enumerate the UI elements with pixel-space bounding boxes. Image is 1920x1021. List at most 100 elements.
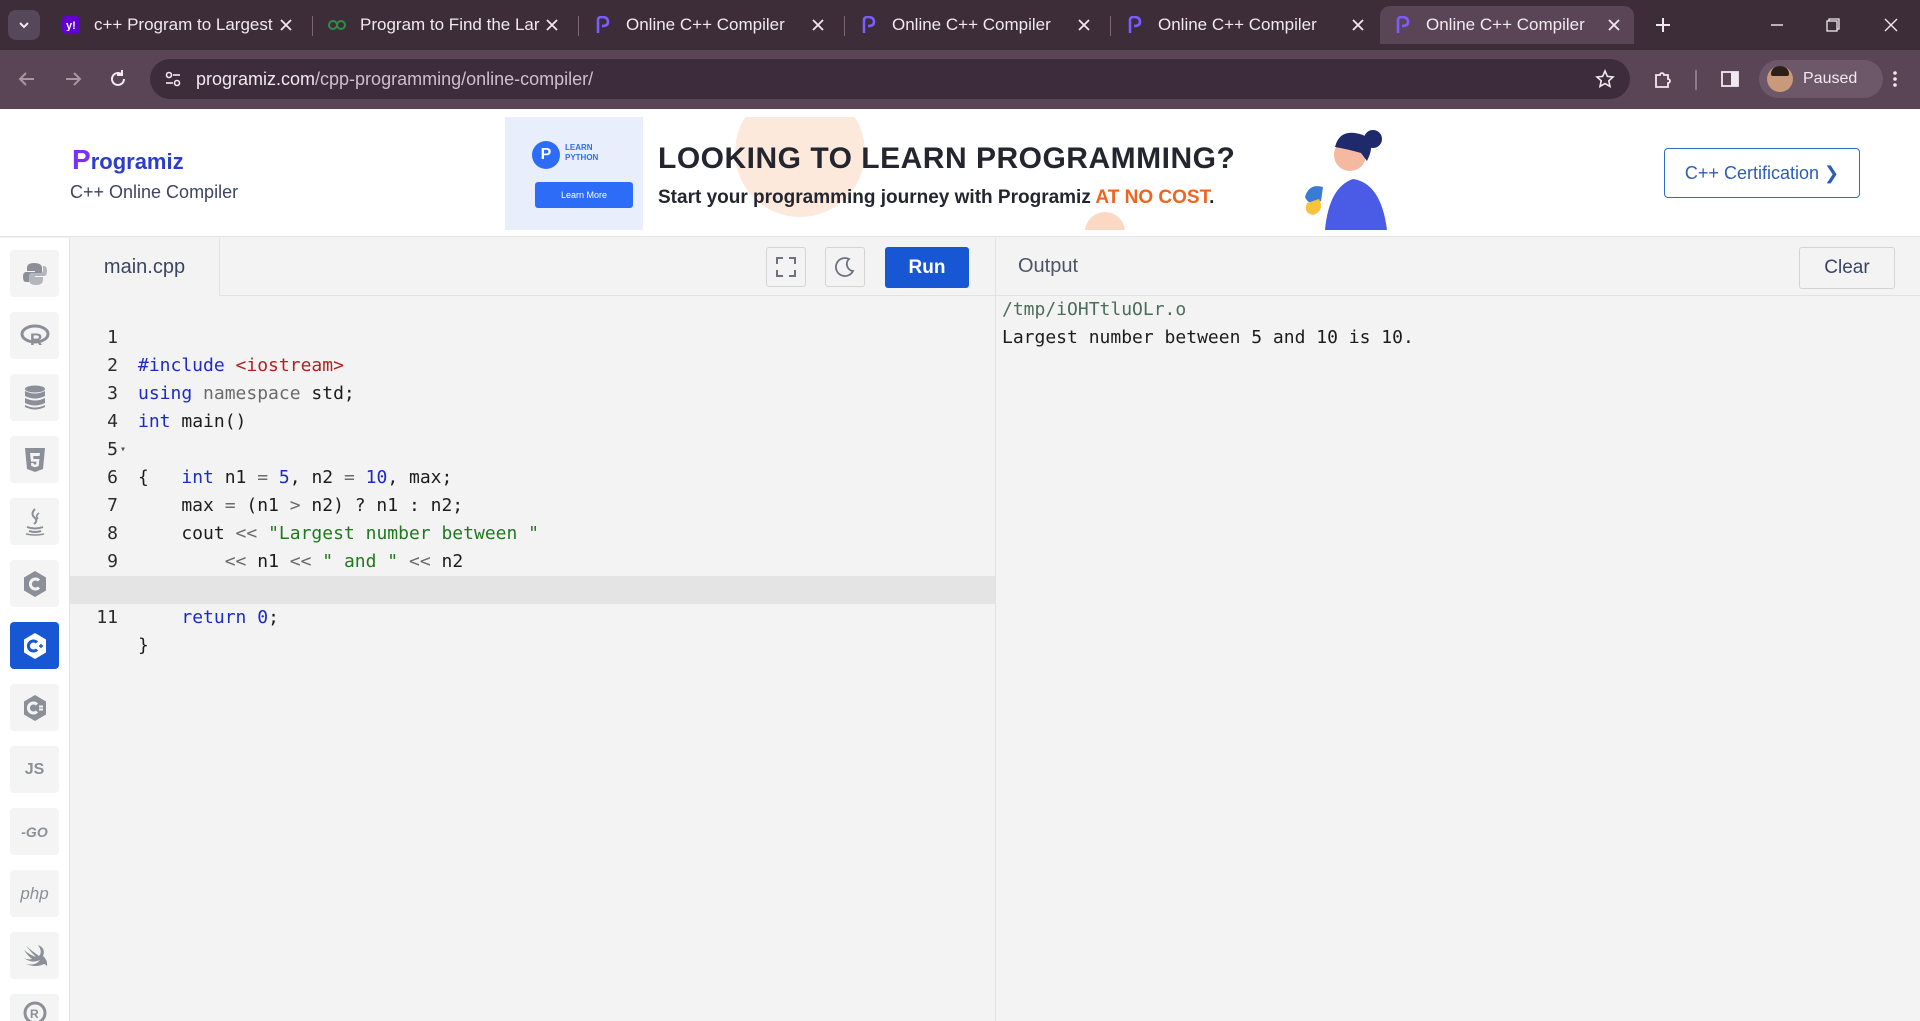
php-lang-button[interactable]: php	[10, 870, 59, 917]
url-path: /cpp-programming/online-compiler/	[315, 69, 594, 89]
sql-lang-button[interactable]	[10, 374, 59, 421]
close-tab-icon[interactable]	[1604, 15, 1624, 35]
code-editor[interactable]: 1 #include <iostream> 2 using namespace …	[70, 296, 995, 1021]
browser-tab-1[interactable]: y! c++ Program to Largest an	[48, 6, 306, 44]
code-line: 1 #include <iostream>	[70, 296, 995, 376]
close-tab-icon[interactable]	[276, 15, 296, 35]
go-label: -GO	[21, 823, 48, 840]
banner-sub-text: Start your programming journey with Prog…	[658, 187, 1096, 208]
banner-subline: Start your programming journey with Prog…	[658, 187, 1214, 209]
code-text: return 0;	[181, 607, 279, 628]
reload-button[interactable]	[103, 64, 133, 94]
minimize-button[interactable]	[1764, 12, 1790, 38]
site-settings-icon[interactable]	[162, 68, 184, 90]
dark-mode-toggle[interactable]	[825, 247, 865, 287]
code-line: 8 << n1 << " and " << n2	[70, 492, 995, 572]
editor-header: main.cpp Run	[70, 238, 995, 296]
line-number: 11	[96, 607, 118, 628]
rust-icon: R	[23, 1001, 46, 1021]
close-window-button[interactable]	[1878, 12, 1904, 38]
profile-button[interactable]: Paused	[1759, 60, 1883, 98]
address-bar[interactable]: programiz.com/cpp-programming/online-com…	[150, 59, 1630, 99]
tab-title: Online C++ Compiler	[1426, 15, 1585, 34]
avatar	[1767, 66, 1793, 92]
back-button[interactable]	[12, 64, 42, 94]
side-panel-icon	[1721, 71, 1739, 87]
fullscreen-icon	[776, 257, 796, 277]
output-console[interactable]: /tmp/iOHTtluOLr.o Largest number between…	[995, 296, 1920, 1021]
close-tab-icon[interactable]	[1348, 15, 1368, 35]
tab-separator	[312, 16, 313, 36]
c-icon	[23, 570, 46, 597]
csharp-icon	[23, 694, 46, 721]
plus-icon	[1656, 18, 1670, 32]
banner-sub-end: .	[1209, 187, 1215, 208]
go-lang-button[interactable]: -GO	[10, 808, 59, 855]
more-vertical-icon	[1893, 71, 1897, 87]
browser-tab-3[interactable]: Online C++ Compiler	[580, 6, 838, 44]
tab-title: Online C++ Compiler	[626, 15, 785, 34]
clear-output-button[interactable]: Clear	[1799, 247, 1895, 289]
python-icon	[22, 262, 47, 285]
cpp-lang-button[interactable]	[10, 622, 59, 669]
js-lang-button[interactable]: JS	[10, 746, 59, 793]
tab-search-button[interactable]	[8, 10, 40, 40]
browser-tab-5[interactable]: Online C++ Compiler	[1112, 6, 1378, 44]
csharp-lang-button[interactable]	[10, 684, 59, 731]
banner-headline: LOOKING TO LEARN PROGRAMMING?	[658, 142, 1236, 175]
url-text: programiz.com/cpp-programming/online-com…	[196, 69, 593, 90]
python-lang-button[interactable]	[10, 250, 59, 297]
banner-sub-highlight: AT NO COST	[1095, 187, 1210, 208]
r-icon: R	[20, 324, 49, 348]
tab-title: Online C++ Compiler	[1158, 15, 1317, 34]
programiz-badge-icon: P	[532, 141, 560, 169]
database-icon	[24, 385, 45, 409]
close-tab-icon[interactable]	[1074, 15, 1094, 35]
rust-lang-button[interactable]: R	[10, 994, 59, 1021]
c-lang-button[interactable]	[10, 560, 59, 607]
code-line: 10 return 0;	[70, 548, 995, 628]
r-lang-button[interactable]: R	[10, 312, 59, 359]
html-lang-button[interactable]	[10, 436, 59, 483]
close-tab-icon[interactable]	[808, 15, 828, 35]
file-tab-main-cpp[interactable]: main.cpp	[70, 238, 220, 296]
extensions-button[interactable]	[1648, 64, 1678, 94]
forward-button[interactable]	[58, 64, 88, 94]
cpp-certification-button[interactable]: C++ Certification ❯	[1664, 148, 1860, 198]
restore-icon	[1826, 18, 1840, 32]
run-button[interactable]: Run	[885, 247, 969, 288]
swift-lang-button[interactable]	[10, 932, 59, 979]
close-tab-icon[interactable]	[542, 15, 562, 35]
logo-text: rogramiz	[90, 149, 184, 174]
browser-menu-button[interactable]	[1880, 64, 1910, 94]
person-illustration-icon	[1305, 130, 1387, 230]
toolbar-divider	[1695, 70, 1697, 90]
output-text: Largest number between 5 and 10 is 10.	[1002, 327, 1414, 348]
new-tab-button[interactable]	[1650, 12, 1676, 38]
restore-button[interactable]	[1820, 12, 1846, 38]
fullscreen-button[interactable]	[766, 247, 806, 287]
ad-banner[interactable]: P LEARN PYTHON Learn More LOOKING TO LEA…	[505, 117, 1415, 230]
bookmark-star-icon[interactable]	[1594, 68, 1616, 90]
moon-icon	[835, 257, 855, 277]
arrow-left-icon	[18, 72, 34, 86]
code-line-current: 11 }	[70, 576, 995, 656]
java-icon	[25, 507, 44, 536]
code-line: 4 ▾ {	[70, 380, 995, 488]
url-host: programiz.com	[196, 69, 316, 89]
arrow-right-icon	[66, 72, 82, 86]
browser-toolbar: programiz.com/cpp-programming/online-com…	[0, 50, 1920, 109]
programiz-logo[interactable]: Programiz	[72, 144, 184, 176]
programiz-icon	[594, 16, 612, 34]
browser-tab-6-active[interactable]: Online C++ Compiler	[1380, 6, 1634, 44]
page-subtitle: C++ Online Compiler	[70, 182, 239, 202]
java-lang-button[interactable]	[10, 498, 59, 545]
browser-tab-2[interactable]: Program to Find the Larges	[314, 6, 572, 44]
reload-icon	[111, 70, 125, 86]
site-header: Programiz C++ Online Compiler P LEARN PY…	[0, 109, 1920, 237]
browser-tab-4[interactable]: Online C++ Compiler	[846, 6, 1104, 44]
learn-more-button[interactable]: Learn More	[535, 182, 633, 208]
php-label: php	[20, 883, 49, 903]
side-panel-button[interactable]	[1715, 64, 1745, 94]
output-header: Output Clear	[995, 238, 1920, 296]
